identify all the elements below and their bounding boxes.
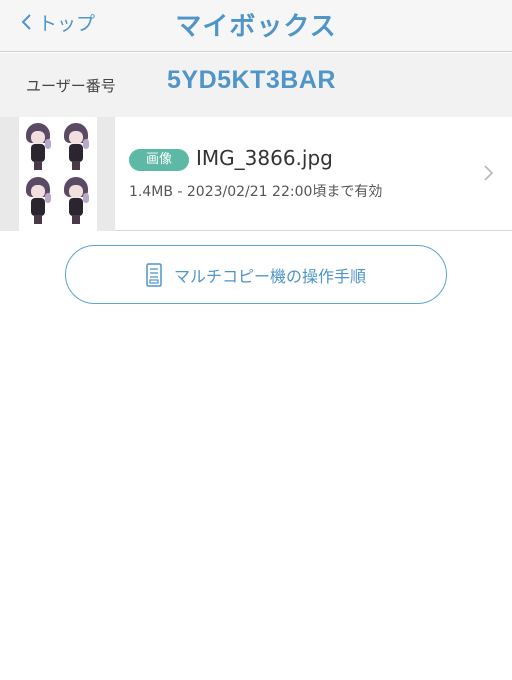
copier-manual-button[interactable]: マルチコピー機の操作手順 <box>65 245 447 304</box>
user-number-bar: ユーザー番号 5YD5KT3BAR <box>0 53 512 117</box>
user-number-label: ユーザー番号 <box>26 77 116 95</box>
chevron-right-icon <box>484 165 494 181</box>
file-type-badge: 画像 <box>129 149 189 171</box>
file-meta: 1.4MB - 2023/02/21 22:00頃まで有効 <box>129 184 383 200</box>
copier-manual-label: マルチコピー機の操作手順 <box>173 266 366 286</box>
navigation-bar: トップ マイボックス <box>0 0 512 52</box>
page-title: マイボックス <box>175 12 337 42</box>
user-number-value: 5YD5KT3BAR <box>167 66 336 94</box>
file-name: IMG_3866.jpg <box>196 146 333 170</box>
file-thumbnail <box>0 117 115 231</box>
document-icon <box>146 262 162 287</box>
file-list-item[interactable]: 画像 IMG_3866.jpg 1.4MB - 2023/02/21 22:00… <box>0 117 512 231</box>
